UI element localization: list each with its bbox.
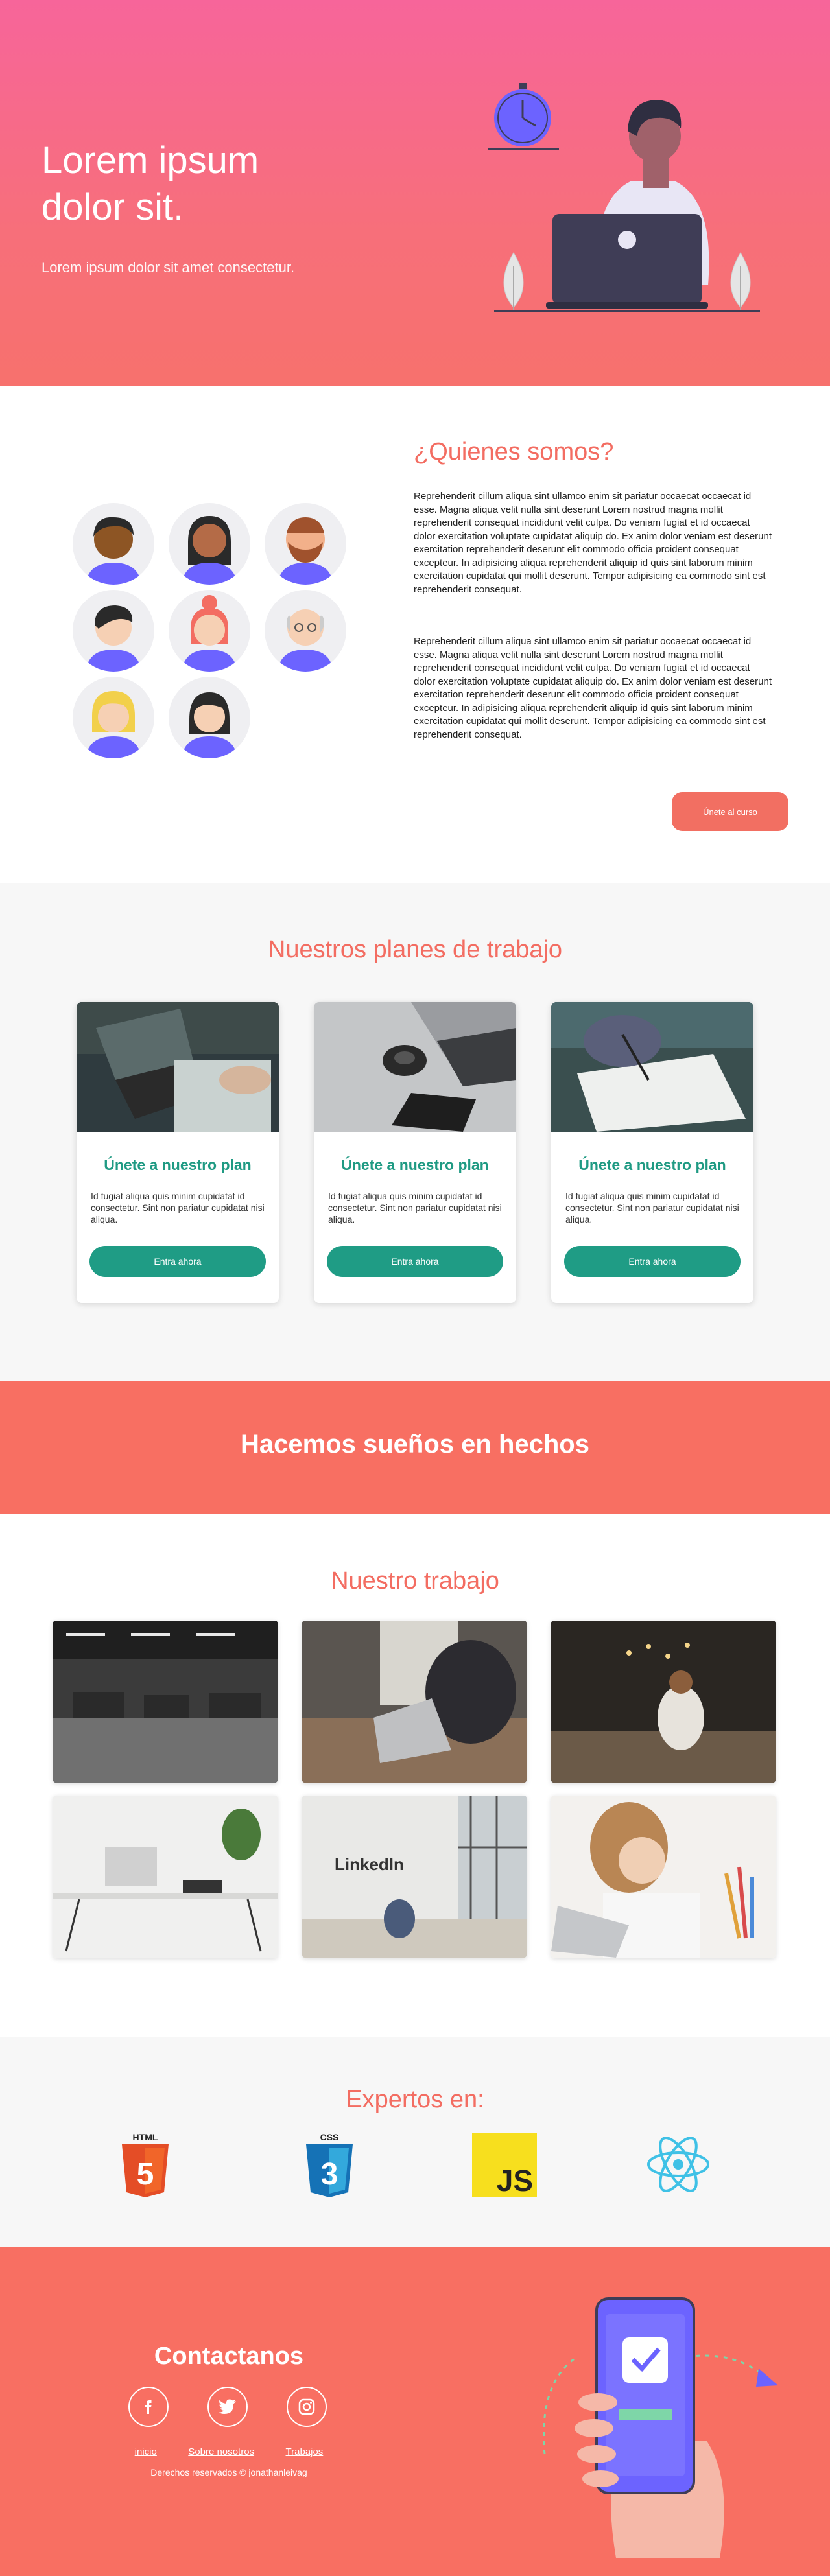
react-icon (647, 2137, 709, 2192)
work-photo-desk (53, 1796, 278, 1958)
plans-section: Nuestros planes de trabajo Únete a nuest… (0, 883, 830, 1381)
plan-title: Únete a nuestro plan (104, 1156, 252, 1173)
work-photo-linkedin: LinkedIn (302, 1796, 527, 1958)
experts-section: Expertos en: HTML 5 CSS 3 JS (0, 2037, 830, 2247)
footer-link-trabajos[interactable]: Trabajos (286, 2446, 324, 2457)
plan-image-desk (314, 1002, 516, 1132)
facebook-button[interactable] (128, 2387, 169, 2427)
work-section: Nuestro trabajo LinkedIn (0, 1514, 830, 2037)
laptop-icon (546, 214, 708, 309)
work-photo-laptop-man (302, 1621, 527, 1783)
twitter-icon (219, 2399, 236, 2414)
avatar-8 (169, 677, 250, 758)
plan-card-2: Únete a nuestro plan Id fugiat aliqua qu… (314, 1002, 516, 1303)
about-paragraph-1: Reprehenderit cillum aliqua sint ullamco… (414, 491, 772, 595)
banner-text: Hacemos sueños en hechos (241, 1430, 589, 1458)
instagram-button[interactable] (287, 2387, 327, 2427)
plan-3-enter-button[interactable]: Entra ahora (564, 1246, 741, 1277)
contact-title: Contactanos (154, 2343, 304, 2370)
work-photo-office (53, 1621, 278, 1783)
avatar-3 (265, 503, 346, 585)
plan-1-enter-button[interactable]: Entra ahora (89, 1246, 266, 1277)
svg-text:JS: JS (497, 2164, 533, 2197)
twitter-button[interactable] (208, 2387, 248, 2427)
dreams-banner: Hacemos sueños en hechos (0, 1381, 830, 1514)
plant-icon-right (730, 252, 751, 311)
work-title: Nuestro trabajo (331, 1567, 499, 1595)
svg-text:5: 5 (137, 2157, 154, 2192)
html5-icon: HTML 5 (122, 2132, 169, 2197)
hero-title: Lorem ipsum dolor sit. (42, 139, 259, 228)
join-course-button[interactable]: Únete al curso (672, 792, 788, 831)
phone-illustration (543, 2297, 778, 2558)
avatar-5 (169, 590, 250, 672)
plan-text: Id fugiat aliqua quis minim cupidatat id… (328, 1191, 502, 1224)
work-photo-woman (551, 1796, 776, 1958)
experts-title: Expertos en: (346, 2086, 484, 2113)
avatar-4 (73, 590, 154, 672)
plan-image-writing (551, 1002, 753, 1132)
footer-nav: inicio Sobre nosotros Trabajos (0, 2446, 458, 2458)
plan-card-3: Únete a nuestro plan Id fugiat aliqua qu… (551, 1002, 753, 1303)
facebook-icon (145, 2400, 152, 2414)
svg-text:CSS: CSS (320, 2132, 339, 2142)
developer-illustration (488, 83, 760, 312)
linkedin-sign: LinkedIn (335, 1855, 404, 1874)
plan-title: Únete a nuestro plan (341, 1156, 489, 1173)
avatar-2 (169, 503, 250, 585)
plan-card-1: Únete a nuestro plan Id fugiat aliqua qu… (77, 1002, 279, 1303)
svg-text:HTML: HTML (133, 2132, 158, 2142)
hero-subtitle: Lorem ipsum dolor sit amet consectetur. (42, 259, 295, 275)
plan-title: Únete a nuestro plan (578, 1156, 726, 1173)
plant-icon-left (503, 252, 524, 311)
footer-link-sobre-nosotros[interactable]: Sobre nosotros (188, 2446, 254, 2457)
hero-section: Lorem ipsum dolor sit. Lorem ipsum dolor… (0, 0, 830, 386)
instagram-icon (298, 2398, 315, 2415)
plan-image-laptops (77, 1002, 279, 1132)
plan-text: Id fugiat aliqua quis minim cupidatat id… (565, 1191, 739, 1224)
avatar-7 (73, 677, 154, 758)
about-title: ¿Quienes somos? (414, 438, 614, 465)
avatar-6 (265, 590, 346, 672)
svg-text:3: 3 (321, 2157, 338, 2192)
plans-title: Nuestros planes de trabajo (267, 936, 563, 963)
plan-text: Id fugiat aliqua quis minim cupidatat id… (91, 1191, 265, 1224)
work-photo-cafe (551, 1621, 776, 1783)
about-paragraph-2: Reprehenderit cillum aliqua sint ullamco… (414, 636, 772, 740)
footer: Contactanos inicio Sobre nosotros Trabaj… (0, 2247, 830, 2576)
css3-icon: CSS 3 (306, 2132, 353, 2197)
javascript-icon: JS (472, 2133, 537, 2197)
copyright-text: Derechos reservados © jonathanleivag (150, 2467, 307, 2477)
avatar-1 (73, 503, 154, 585)
footer-link-inicio[interactable]: inicio (135, 2446, 157, 2457)
plan-2-enter-button[interactable]: Entra ahora (327, 1246, 503, 1277)
stopwatch-icon (488, 83, 559, 150)
